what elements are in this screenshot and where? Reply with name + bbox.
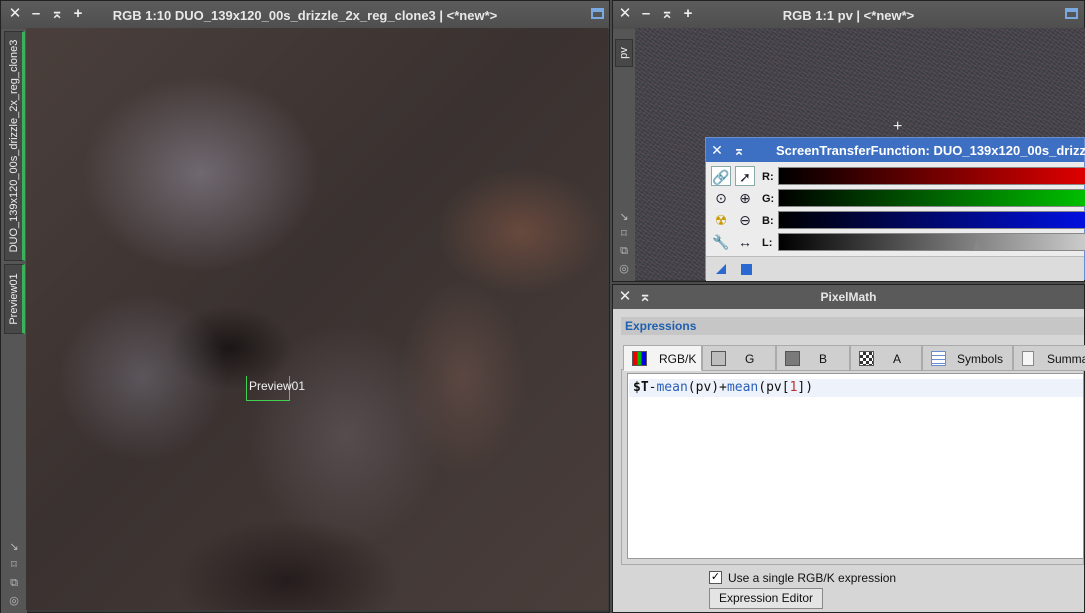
expr-token-arg2a: (pv[ (758, 380, 790, 395)
rgb-swatch-icon (632, 351, 647, 366)
crop-icon[interactable]: ⌑ (8, 559, 20, 571)
stf-l-label: L: (762, 237, 773, 249)
copy-icon[interactable]: ⧉ (8, 577, 20, 589)
vtab-pv[interactable]: pv (615, 39, 633, 67)
horizontal-arrows-icon[interactable]: ↔ (735, 232, 755, 252)
stf-r-bar[interactable] (778, 167, 1085, 185)
preview01-label: Preview01 (249, 379, 306, 393)
vtab-main-view[interactable]: DUO_139x120_00s_drizzle_2x_reg_clone3 (4, 31, 25, 261)
pv-window-titlebar[interactable]: ✕ – ⌅ + RGB 1:1 pv | <*new*> (613, 1, 1084, 29)
stf-bottom-bar (706, 256, 1084, 281)
auto-stretch-icon[interactable]: ☢ (711, 210, 731, 230)
expressions-section-header[interactable]: Expressions (621, 317, 1084, 335)
tab-rgbk-label: RGB/K (659, 352, 697, 366)
preview01-rect[interactable]: Preview01 (246, 376, 305, 401)
arrow-icon[interactable]: ↘ (8, 541, 20, 553)
crosshair-icon: + (893, 118, 903, 135)
target-icon[interactable]: ◎ (618, 263, 630, 275)
main-vtab-strip: DUO_139x120_00s_drizzle_2x_reg_clone3 Pr… (1, 29, 27, 613)
maximize-icon[interactable] (591, 8, 604, 19)
zoom-icon[interactable]: ⊙ (711, 188, 731, 208)
stf-g-label: G: (762, 193, 775, 205)
g-swatch-icon (711, 351, 726, 366)
main-window-title: RGB 1:10 DUO_139x120_00s_drizzle_2x_reg_… (112, 8, 498, 23)
vtab-main-view-label: DUO_139x120_00s_drizzle_2x_reg_clone3 (7, 39, 20, 253)
pointer-icon[interactable]: ➚ (735, 166, 755, 186)
crop-icon[interactable]: ⌑ (618, 228, 630, 240)
tab-a[interactable]: A (850, 345, 922, 371)
zoom-in-icon[interactable]: ⊕ (735, 188, 755, 208)
new-instance-icon[interactable] (716, 264, 726, 274)
arrow-icon[interactable]: ↘ (618, 211, 630, 223)
pv-vtab-strip: pv ↘ ⌑ ⧉ ◎ (613, 29, 635, 281)
stf-panel: ✕ ⌅ ScreenTransferFunction: DUO_139x120_… (705, 137, 1085, 281)
tab-symbols[interactable]: Symbols (922, 345, 1013, 371)
midtones-slider-handle[interactable] (973, 240, 981, 250)
tab-a-label: A (893, 352, 902, 366)
document-icon (1022, 351, 1034, 366)
pixelmath-title: PixelMath (820, 290, 877, 304)
expressions-section-label: Expressions (625, 319, 697, 333)
expr-token-fn1: mean (656, 380, 688, 395)
wrench-icon[interactable]: 🔧 (711, 232, 731, 252)
link-channels-icon[interactable]: 🔗 (711, 166, 731, 186)
stf-titlebar[interactable]: ✕ ⌅ ScreenTransferFunction: DUO_139x120_… (706, 138, 1085, 162)
zoom-out-icon[interactable]: ⊖ (735, 210, 755, 230)
expression-editor-textarea[interactable]: $T-mean(pv)+mean(pv[1]) (627, 373, 1084, 559)
expr-token-t: $T (633, 380, 649, 395)
tab-summary[interactable]: Summa (1013, 345, 1085, 371)
apply-global-icon[interactable] (741, 264, 752, 275)
pv-window-title: RGB 1:1 pv | <*new*> (782, 8, 915, 23)
vtab-preview01[interactable]: Preview01 (4, 264, 25, 334)
tab-b[interactable]: B (776, 345, 850, 371)
stf-b-bar[interactable] (778, 211, 1085, 229)
stf-title: ScreenTransferFunction: DUO_139x120_00s_… (776, 143, 1085, 158)
vtab-preview01-label: Preview01 (7, 273, 20, 325)
alpha-swatch-icon (859, 351, 874, 366)
single-expression-checkbox[interactable]: ✓ (709, 571, 722, 584)
table-icon (931, 351, 946, 366)
nebula-image[interactable] (26, 28, 608, 610)
stf-g-bar[interactable] (778, 189, 1085, 207)
expr-token-plus: + (719, 380, 727, 395)
stf-l-bar[interactable] (778, 233, 1085, 251)
tab-g[interactable]: G (702, 345, 776, 371)
pixelmath-window: ✕ ⌅ PixelMath Expressions RGB/K G B A Sy… (612, 284, 1085, 613)
tab-g-label: G (745, 352, 755, 366)
stf-b-label: B: (762, 215, 774, 227)
tab-b-label: B (819, 352, 828, 366)
single-expression-label: Use a single RGB/K expression (728, 571, 897, 585)
expr-token-fn2: mean (726, 380, 759, 395)
main-window-titlebar[interactable]: ✕ – ⌅ + RGB 1:10 DUO_139x120_00s_drizzle… (1, 1, 609, 29)
close-icon[interactable]: ✕ (710, 142, 724, 158)
tab-symbols-label: Symbols (957, 352, 1004, 366)
expression-editor-button[interactable]: Expression Editor (709, 588, 823, 609)
tab-rgbk[interactable]: RGB/K (623, 345, 702, 371)
maximize-icon[interactable] (1065, 8, 1078, 19)
pixelmath-titlebar[interactable]: ✕ ⌅ PixelMath (613, 285, 1084, 309)
b-swatch-icon (785, 351, 800, 366)
stf-r-label: R: (762, 171, 774, 183)
target-icon[interactable]: ◎ (8, 595, 20, 607)
copy-icon[interactable]: ⧉ (618, 245, 630, 257)
shade-icon[interactable]: ⌅ (732, 142, 746, 158)
tab-summary-label: Summa (1047, 352, 1085, 366)
expression-line: $T-mean(pv)+mean(pv[1]) (629, 379, 1083, 397)
expr-token-arg2b: ]) (797, 380, 814, 395)
expr-token-arg1: (pv) (687, 380, 720, 395)
vtab-pv-label: pv (618, 47, 630, 59)
